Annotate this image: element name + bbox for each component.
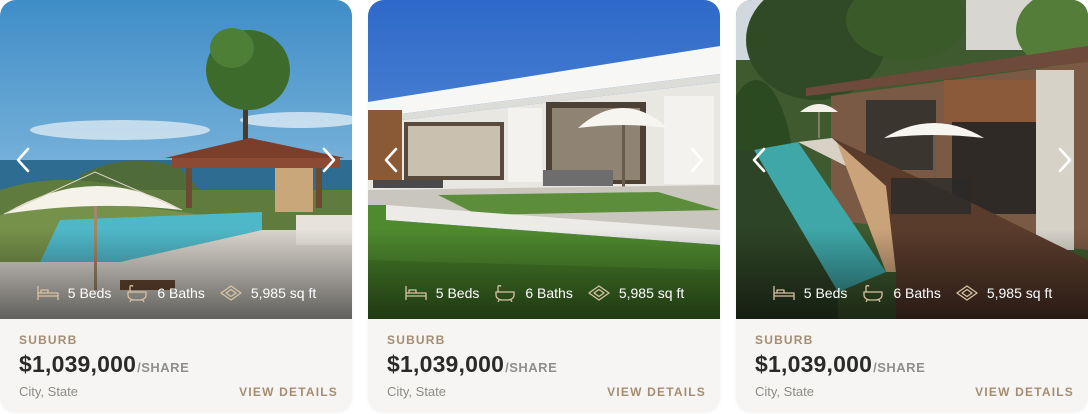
- suburb-label: SUBURB: [387, 333, 446, 347]
- area-size: 5,985 sq ft: [618, 285, 685, 301]
- chevron-right-icon[interactable]: [317, 145, 339, 175]
- listing-info: SUBURB $1,039,000/SHARE City, State VIEW…: [387, 319, 706, 412]
- area-feature: 5,985 sq ft: [955, 284, 1052, 302]
- baths-feature: 6 Baths: [125, 284, 205, 302]
- beds-feature: 5 Beds: [404, 284, 480, 302]
- area-icon: [219, 284, 243, 302]
- area-icon: [587, 284, 611, 302]
- photo-gradient: [736, 229, 1088, 319]
- location: City, State: [387, 384, 447, 399]
- feature-strip: 5 Beds 6 Baths 5,985 sq ft: [368, 282, 720, 304]
- beds-count: 5 Beds: [67, 285, 112, 301]
- chevron-right-icon[interactable]: [1053, 145, 1075, 175]
- baths-feature: 6 Baths: [493, 284, 573, 302]
- price-line: $1,039,000/SHARE: [387, 351, 557, 378]
- price: $1,039,000: [19, 351, 137, 377]
- location: City, State: [19, 384, 79, 399]
- price: $1,039,000: [755, 351, 873, 377]
- area-size: 5,985 sq ft: [250, 285, 317, 301]
- bed-icon: [772, 284, 796, 302]
- listing-card[interactable]: 5 Beds 6 Baths 5,985 sq ft SUBURB $1,039…: [368, 0, 720, 412]
- bathtub-icon: [861, 284, 885, 302]
- chevron-left-icon[interactable]: [13, 145, 35, 175]
- chevron-left-icon[interactable]: [381, 145, 403, 175]
- listing-photo[interactable]: 5 Beds 6 Baths 5,985 sq ft: [368, 0, 720, 319]
- location: City, State: [755, 384, 815, 399]
- view-details-link[interactable]: VIEW DETAILS: [607, 385, 706, 399]
- area-feature: 5,985 sq ft: [219, 284, 316, 302]
- baths-feature: 6 Baths: [861, 284, 941, 302]
- area-feature: 5,985 sq ft: [587, 284, 684, 302]
- listing-photo[interactable]: 5 Beds 6 Baths 5,985 sq ft: [736, 0, 1088, 319]
- bed-icon: [404, 284, 428, 302]
- listing-photo[interactable]: 5 Beds 6 Baths 5,985 sq ft: [0, 0, 352, 319]
- baths-count: 6 Baths: [525, 285, 573, 301]
- bathtub-icon: [125, 284, 149, 302]
- feature-strip: 5 Beds 6 Baths 5,985 sq ft: [0, 282, 352, 304]
- price: $1,039,000: [387, 351, 505, 377]
- listing-card[interactable]: 5 Beds 6 Baths 5,985 sq ft SUBURB $1,039…: [0, 0, 352, 412]
- view-details-link[interactable]: VIEW DETAILS: [975, 385, 1074, 399]
- listing-carousel: 5 Beds 6 Baths 5,985 sq ft SUBURB $1,039…: [0, 0, 1088, 414]
- view-details-link[interactable]: VIEW DETAILS: [239, 385, 338, 399]
- suburb-label: SUBURB: [19, 333, 78, 347]
- chevron-right-icon[interactable]: [685, 145, 707, 175]
- bed-icon: [36, 284, 60, 302]
- suburb-label: SUBURB: [755, 333, 814, 347]
- feature-strip: 5 Beds 6 Baths 5,985 sq ft: [736, 282, 1088, 304]
- photo-gradient: [0, 229, 352, 319]
- price-line: $1,039,000/SHARE: [755, 351, 925, 378]
- area-size: 5,985 sq ft: [986, 285, 1053, 301]
- listing-info: SUBURB $1,039,000/SHARE City, State VIEW…: [19, 319, 338, 412]
- beds-count: 5 Beds: [435, 285, 480, 301]
- listing-card[interactable]: 5 Beds 6 Baths 5,985 sq ft SUBURB $1,039…: [736, 0, 1088, 412]
- area-icon: [955, 284, 979, 302]
- beds-feature: 5 Beds: [772, 284, 848, 302]
- beds-count: 5 Beds: [803, 285, 848, 301]
- listing-info: SUBURB $1,039,000/SHARE City, State VIEW…: [755, 319, 1074, 412]
- bathtub-icon: [493, 284, 517, 302]
- baths-count: 6 Baths: [893, 285, 941, 301]
- chevron-left-icon[interactable]: [749, 145, 771, 175]
- baths-count: 6 Baths: [157, 285, 205, 301]
- price-line: $1,039,000/SHARE: [19, 351, 189, 378]
- photo-gradient: [368, 229, 720, 319]
- price-suffix: /SHARE: [137, 360, 190, 375]
- price-suffix: /SHARE: [873, 360, 926, 375]
- price-suffix: /SHARE: [505, 360, 558, 375]
- beds-feature: 5 Beds: [36, 284, 112, 302]
